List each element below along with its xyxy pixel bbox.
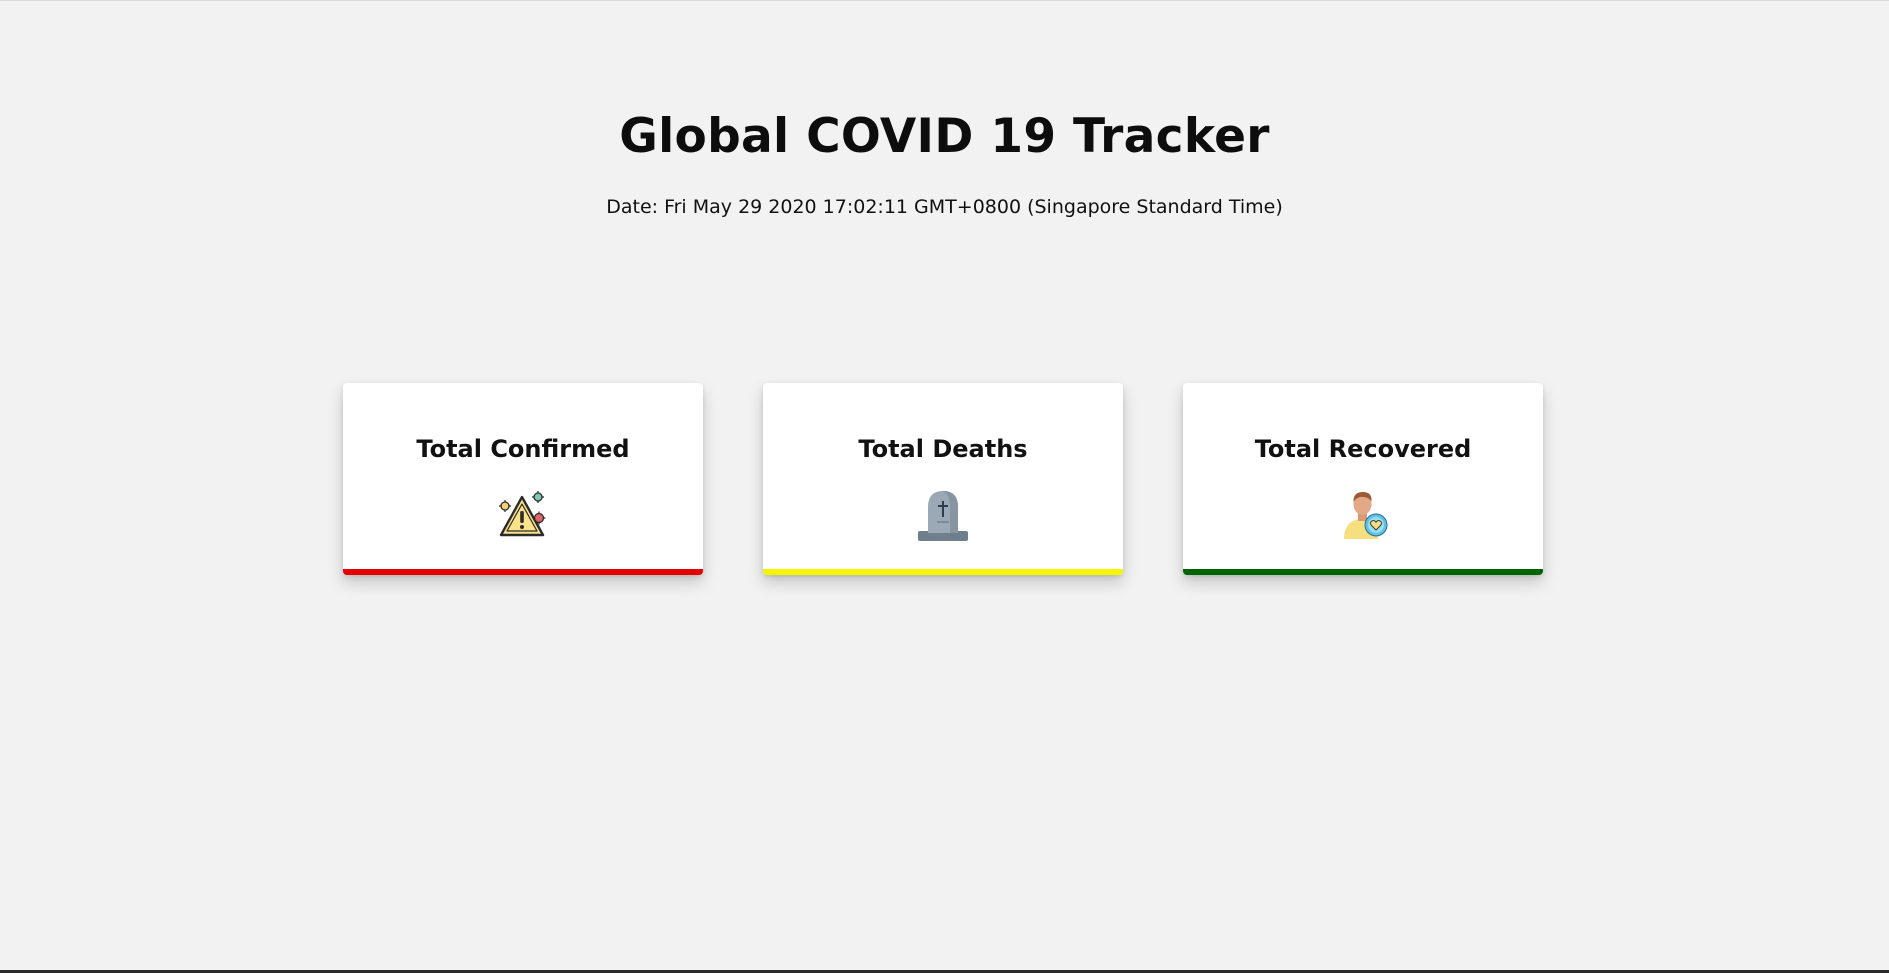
- recovered-person-icon: [1336, 489, 1390, 541]
- page: Global COVID 19 Tracker Date: Fri May 29…: [0, 0, 1889, 973]
- card-total-deaths[interactable]: Total Deaths: [763, 383, 1123, 575]
- page-title: Global COVID 19 Tracker: [619, 109, 1270, 164]
- card-title: Total Deaths: [858, 435, 1028, 463]
- virus-warning-icon: [496, 489, 550, 541]
- card-accent-bar: [343, 569, 703, 575]
- date-text: Date: Fri May 29 2020 17:02:11 GMT+0800 …: [606, 196, 1283, 218]
- stats-cards: Total Confirmed Total Deaths Total Recov…: [343, 383, 1543, 575]
- card-title: Total Confirmed: [416, 435, 630, 463]
- card-total-confirmed[interactable]: Total Confirmed: [343, 383, 703, 575]
- card-accent-bar: [763, 569, 1123, 575]
- card-accent-bar: [1183, 569, 1543, 575]
- card-total-recovered[interactable]: Total Recovered: [1183, 383, 1543, 575]
- tombstone-icon: [916, 489, 970, 541]
- card-title: Total Recovered: [1254, 435, 1472, 463]
